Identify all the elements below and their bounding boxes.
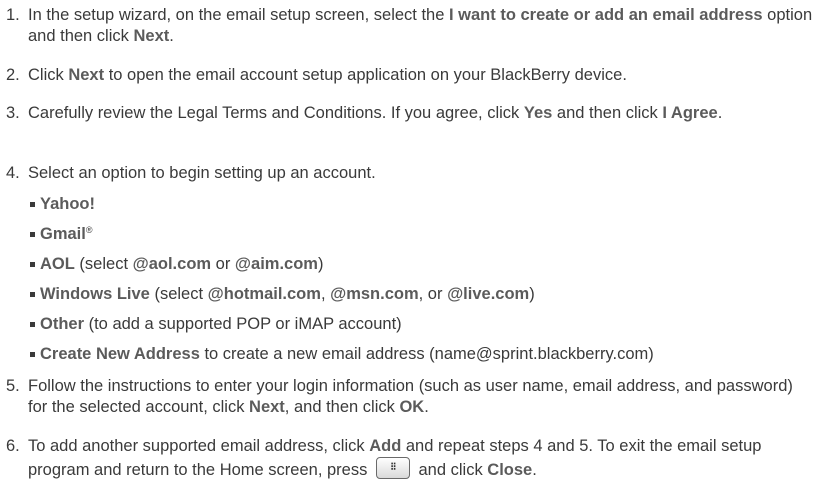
step-text: To add another supported email address, … [28,437,762,479]
bullet-icon [30,322,35,327]
bullet-icon [30,292,35,297]
step-text: Follow the instructions to enter your lo… [28,377,793,416]
option-other: Other (to add a supported POP or iMAP ac… [30,314,810,335]
option-label: I want to create or add an email address [448,6,763,24]
step-5: 5. Follow the instructions to enter your… [6,376,814,418]
step-1: 1. In the setup wizard, on the email set… [6,5,814,47]
close-label: Close [487,461,533,479]
bullet-icon [30,202,35,207]
step-text: Click Next to open the email account set… [28,66,627,84]
step-number: 3. [6,104,20,122]
registered-mark: ® [85,225,93,235]
step-6: 6. To add another supported email addres… [6,436,814,481]
step-number: 5. [6,377,20,395]
bullet-icon [30,262,35,267]
step-4: 4. Select an option to begin setting up … [6,163,814,184]
option-windows-live: Windows Live (select @hotmail.com, @msn.… [30,284,810,305]
option-yahoo: Yahoo! [30,194,810,215]
bullet-icon [30,352,35,357]
step-3: 3. Carefully review the Legal Terms and … [6,103,814,124]
option-create-new-address: Create New Address to create a new email… [30,344,810,365]
bullet-icon [30,232,35,237]
option-gmail: Gmail® [30,224,810,245]
next-label: Next [68,66,105,84]
instructions-page: 1. In the setup wizard, on the email set… [0,0,820,481]
yes-label: Yes [523,104,553,122]
option-aol: AOL (select @aol.com or @aim.com) [30,254,810,275]
next-label: Next [133,27,170,45]
add-label: Add [369,437,402,455]
next-label: Next [249,398,285,416]
step-number: 6. [6,437,20,455]
i-agree-label: I Agree [662,104,718,122]
step-text: Carefully review the Legal Terms and Con… [28,104,723,122]
step-number: 2. [6,66,20,84]
step-number: 4. [6,164,20,182]
blackberry-menu-key-icon: ⁝⁝ [375,457,410,479]
step-text: Select an option to begin setting up an … [28,164,376,182]
step-2: 2. Click Next to open the email account … [6,65,814,86]
ok-label: OK [399,398,425,416]
step-number: 1. [6,6,20,24]
step-text: In the setup wizard, on the email setup … [28,6,813,45]
